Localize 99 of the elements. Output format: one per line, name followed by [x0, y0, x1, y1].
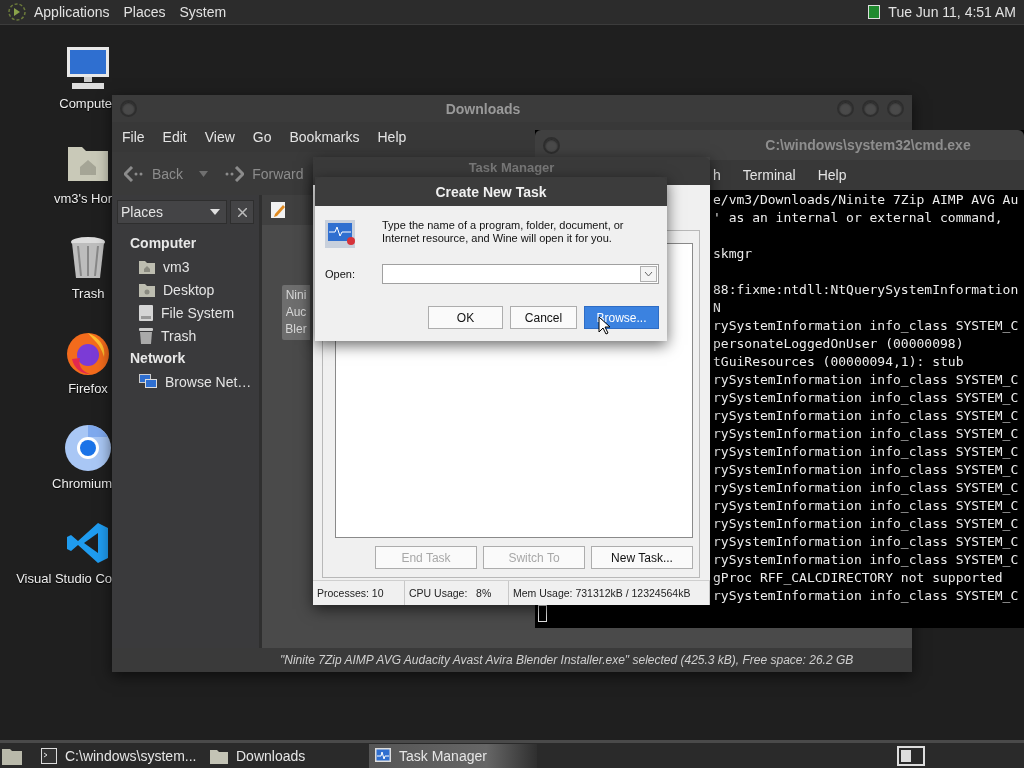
- taskbar-item[interactable]: C:\windows\system...: [35, 743, 199, 768]
- menu-item[interactable]: Go: [243, 129, 281, 145]
- logo-icon[interactable]: [8, 3, 26, 21]
- caret-icon[interactable]: [199, 170, 209, 177]
- terminal-line: ' as an internal or external command,: [713, 209, 1003, 227]
- terminal-line: rySystemInformation info_class SYSTEM_C: [713, 461, 1019, 479]
- caret-icon: [210, 209, 220, 215]
- folder-icon[interactable]: [2, 746, 22, 765]
- menu-item[interactable]: Help: [368, 129, 416, 145]
- dialog-title: Create New Task: [434, 183, 548, 200]
- file-label[interactable]: Nini Auc Bler: [282, 285, 310, 340]
- dialog-button[interactable]: Cancel: [510, 306, 577, 329]
- panel-menu[interactable]: Applications: [34, 4, 110, 20]
- status-text: Mem Usage: 731312kB / 12324564kB: [513, 587, 691, 599]
- dropdown-button[interactable]: [640, 266, 657, 282]
- terminal-line: rySystemInformation info_class SYSTEM_C: [713, 371, 1019, 389]
- menu-item[interactable]: View: [195, 129, 244, 145]
- edit-icon[interactable]: [271, 201, 287, 219]
- places-dropdown[interactable]: Places: [117, 200, 227, 224]
- text-cursor: [538, 605, 547, 622]
- status-bar: "Ninite 7Zip AIMP AVG Audacity Avast Avira Blender Installer.exe" selected (425.3 kB), Free space: 26.2 GB: [112, 648, 912, 672]
- ring-logo-icon: [64, 424, 112, 472]
- terminal-line: rySystemInformation info_class SYSTEM_C: [713, 443, 1019, 461]
- terminal-line: rySystemInformation info_class SYSTEM_C: [713, 425, 1019, 443]
- terminal-line: tGuiResources (00000094,1): stub: [713, 353, 964, 371]
- panel-menu[interactable]: System: [179, 4, 227, 20]
- terminal-line: rySystemInformation info_class SYSTEM_C: [713, 497, 1019, 515]
- ribbon-logo-icon: [66, 521, 110, 565]
- folder-icon: [139, 282, 155, 297]
- dialog-button[interactable]: OK: [428, 306, 503, 329]
- window-menu-button[interactable]: [543, 136, 560, 154]
- sidebar-item[interactable]: Desktop: [163, 281, 215, 298]
- back-arrow-icon: [124, 165, 144, 182]
- desktop-icon-label[interactable]: Trash: [71, 286, 105, 301]
- menu-item[interactable]: h: [713, 167, 721, 183]
- desktop-icon-label[interactable]: Compute: [59, 96, 112, 111]
- menu-item[interactable]: Terminal: [742, 167, 796, 183]
- sidebar-item[interactable]: Browse Net…: [165, 373, 252, 390]
- terminal-line: rySystemInformation info_class SYSTEM_C: [713, 317, 1019, 335]
- trash-can-icon: [69, 236, 107, 280]
- clock[interactable]: Tue Jun 11, 4:51 AM: [888, 4, 1016, 20]
- terminal-line: personateLoggedOnUser (00000098): [713, 335, 964, 353]
- home-folder-icon: [139, 259, 155, 274]
- sidebar-item[interactable]: vm3: [163, 258, 190, 275]
- terminal-line: rySystemInformation info_class SYSTEM_C: [713, 389, 1019, 407]
- taskbar-item[interactable]: Task Manager: [369, 743, 537, 768]
- terminal-line: rySystemInformation info_class SYSTEM_C: [713, 551, 1019, 569]
- trash-can-icon: [139, 327, 153, 344]
- desktop-icon-label[interactable]: Visual Studio Co: [16, 571, 112, 586]
- terminal-line: skmgr: [713, 245, 753, 263]
- terminal-line: rySystemInformation info_class SYSTEM_C: [713, 587, 1019, 605]
- desktop-icon-label[interactable]: Firefox: [68, 381, 108, 396]
- sidebar-heading: Computer: [130, 235, 198, 251]
- menu-item[interactable]: File: [113, 129, 154, 145]
- sidebar-heading: Network: [130, 350, 187, 366]
- status-icon[interactable]: [868, 5, 881, 19]
- window-icon: [41, 747, 57, 764]
- terminal-line: rySystemInformation info_class SYSTEM_C: [713, 533, 1019, 551]
- maximize-button[interactable]: [862, 100, 879, 117]
- sidebar-item[interactable]: File System: [161, 304, 235, 321]
- workspace-icon[interactable]: [897, 745, 925, 766]
- network-icon: [139, 373, 157, 390]
- terminal-line: rySystemInformation info_class SYSTEM_C: [713, 479, 1019, 497]
- field-label: Open:: [325, 268, 356, 280]
- window-menu-button[interactable]: [120, 100, 137, 117]
- status-text: CPU Usage: 8%: [409, 587, 492, 599]
- terminal-line: rySystemInformation info_class SYSTEM_C: [713, 515, 1019, 533]
- status-text: Processes: 10: [317, 587, 384, 599]
- terminal-line: gProc RFF_CALCDIRECTORY not supported: [713, 569, 1003, 587]
- drive-icon: [139, 304, 153, 321]
- sidebar-item[interactable]: Trash: [161, 327, 197, 344]
- terminal-line: N: [713, 299, 721, 317]
- menu-item[interactable]: Help: [817, 167, 847, 183]
- minimize-button[interactable]: [837, 100, 854, 117]
- open-field[interactable]: [382, 264, 659, 284]
- close-sidebar-button[interactable]: [230, 200, 254, 224]
- terminal-line: rySystemInformation info_class SYSTEM_C: [713, 407, 1019, 425]
- terminal-line: 88:fixme:ntdll:NtQuerySystemInformation: [713, 281, 1019, 299]
- panel-menu[interactable]: Places: [123, 4, 166, 20]
- monitor-icon: [325, 219, 356, 251]
- monitor-icon: [375, 747, 391, 764]
- taskbar-item[interactable]: Downloads: [204, 743, 364, 768]
- desktop-icon-label[interactable]: Chromium: [52, 476, 112, 491]
- window-title: Downloads: [444, 100, 522, 117]
- task-button[interactable]: New Task...: [591, 546, 693, 569]
- chevron-icon: [644, 271, 653, 277]
- close-button[interactable]: [887, 100, 904, 117]
- desktop-icon-label[interactable]: vm3's Hor: [53, 191, 112, 206]
- terminal-line: e/vm3/Downloads/Ninite 7Zip AIMP AVG Au: [713, 191, 1019, 209]
- close-icon: [237, 207, 247, 217]
- menu-item[interactable]: Bookmarks: [280, 129, 369, 145]
- dialog-button[interactable]: Browse...: [584, 306, 659, 329]
- dialog-message: Type the name of a program, folder, document, or Internet resource, and Wine will open it for you.: [382, 219, 625, 245]
- monitor-icon: [64, 44, 112, 92]
- window-title: Task Manager: [467, 160, 556, 175]
- forward-arrow-icon: [224, 165, 245, 182]
- folder-icon: [210, 747, 228, 764]
- window-title: C:\windows\system32\cmd.exe: [764, 137, 972, 153]
- menu-item[interactable]: Edit: [153, 129, 196, 145]
